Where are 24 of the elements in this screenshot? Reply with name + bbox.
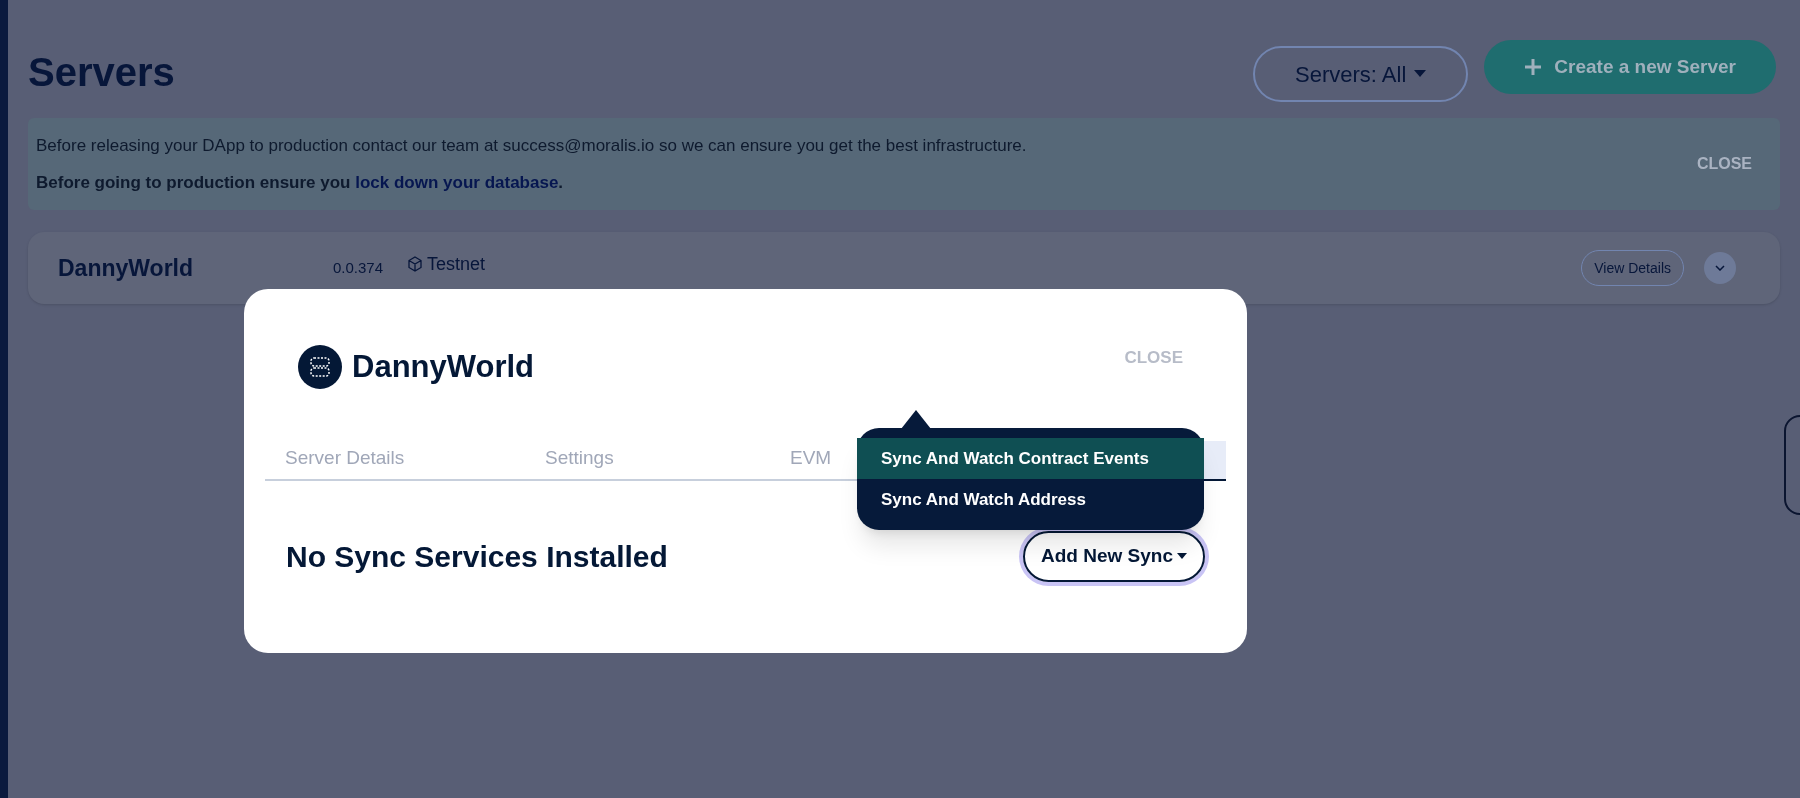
modal-close-button[interactable]: CLOSE — [1124, 344, 1183, 370]
plus-icon — [1524, 58, 1543, 76]
create-server-button[interactable]: Create a new Server — [1484, 40, 1776, 94]
server-logo-icon — [298, 345, 342, 390]
tab[interactable]: Settings — [525, 438, 750, 479]
network-label: Testnet — [427, 252, 486, 276]
cube-icon — [407, 256, 424, 272]
expand-button[interactable] — [1704, 252, 1736, 284]
filter-button[interactable]: Servers: All — [1253, 46, 1469, 102]
tab[interactable]: Server Details — [265, 438, 505, 479]
banner-warning-text: Before going to production ensure you lock down your database. — [36, 172, 565, 194]
menu-item[interactable]: Sync And Watch Address — [857, 479, 1204, 520]
banner-close-button[interactable]: CLOSE — [1696, 152, 1752, 176]
modal-title: DannyWorld — [352, 348, 534, 386]
menu-item[interactable]: Sync And Watch Contract Events — [857, 438, 1204, 479]
chevron-down-icon — [1715, 265, 1725, 271]
page-title: Servers — [28, 49, 175, 96]
empty-message: No Sync Services Installed — [286, 538, 668, 575]
banner-text: Before releasing your DApp to production contact our team at success@moralis.io so we can ensure you get the best infrastructure. — [36, 134, 1027, 157]
caret-icon — [1177, 553, 1187, 559]
server-name: DannyWorld — [58, 253, 195, 283]
server-version: 0.0.374 — [333, 257, 384, 278]
caret-icon — [1414, 70, 1427, 78]
database-link[interactable]: lock down your database — [355, 173, 559, 192]
